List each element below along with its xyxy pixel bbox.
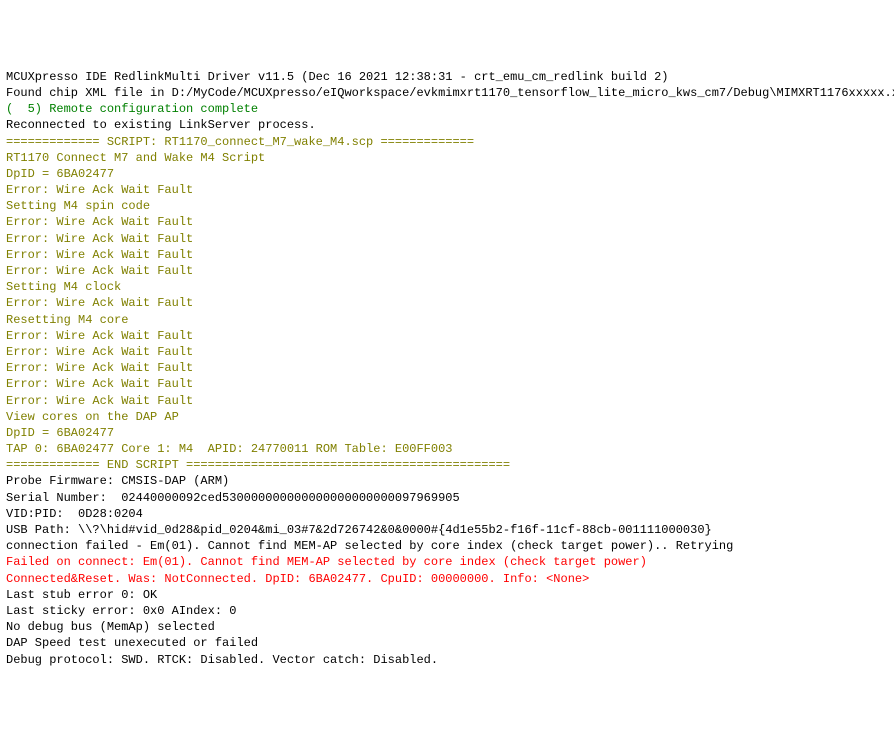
console-line: Error: Wire Ack Wait Fault [6, 263, 888, 279]
console-line: ( 5) Remote configuration complete [6, 101, 888, 117]
console-line: Error: Wire Ack Wait Fault [6, 182, 888, 198]
console-line: connection failed - Em(01). Cannot find … [6, 538, 888, 554]
console-line: Failed on connect: Em(01). Cannot find M… [6, 554, 888, 570]
console-line: Error: Wire Ack Wait Fault [6, 247, 888, 263]
console-line: Error: Wire Ack Wait Fault [6, 214, 888, 230]
console-line: USB Path: \\?\hid#vid_0d28&pid_0204&mi_0… [6, 522, 888, 538]
console-line: Connected&Reset. Was: NotConnected. DpID… [6, 571, 888, 587]
console-line: Error: Wire Ack Wait Fault [6, 344, 888, 360]
console-line: ============= SCRIPT: RT1170_connect_M7_… [6, 134, 888, 150]
console-line: DpID = 6BA02477 [6, 166, 888, 182]
console-line: Error: Wire Ack Wait Fault [6, 328, 888, 344]
console-output: MCUXpresso IDE RedlinkMulti Driver v11.5… [6, 69, 888, 668]
console-line: Reconnected to existing LinkServer proce… [6, 117, 888, 133]
console-line: DAP Speed test unexecuted or failed [6, 635, 888, 651]
console-line: ============= END SCRIPT ===============… [6, 457, 888, 473]
console-line: Error: Wire Ack Wait Fault [6, 393, 888, 409]
console-line: Debug protocol: SWD. RTCK: Disabled. Vec… [6, 652, 888, 668]
console-line: Last sticky error: 0x0 AIndex: 0 [6, 603, 888, 619]
console-line: Setting M4 spin code [6, 198, 888, 214]
console-line: Found chip XML file in D:/MyCode/MCUXpre… [6, 85, 888, 101]
console-line: Error: Wire Ack Wait Fault [6, 231, 888, 247]
console-line: TAP 0: 6BA02477 Core 1: M4 APID: 2477001… [6, 441, 888, 457]
console-line: Probe Firmware: CMSIS-DAP (ARM) [6, 473, 888, 489]
console-line: MCUXpresso IDE RedlinkMulti Driver v11.5… [6, 69, 888, 85]
console-line: View cores on the DAP AP [6, 409, 888, 425]
console-line: Serial Number: 02440000092ced53000000000… [6, 490, 888, 506]
console-line: Last stub error 0: OK [6, 587, 888, 603]
console-line: Setting M4 clock [6, 279, 888, 295]
console-line: No debug bus (MemAp) selected [6, 619, 888, 635]
console-line: Error: Wire Ack Wait Fault [6, 360, 888, 376]
console-line: Error: Wire Ack Wait Fault [6, 295, 888, 311]
console-line: Resetting M4 core [6, 312, 888, 328]
console-line: VID:PID: 0D28:0204 [6, 506, 888, 522]
console-line: Error: Wire Ack Wait Fault [6, 376, 888, 392]
console-line: DpID = 6BA02477 [6, 425, 888, 441]
console-line: RT1170 Connect M7 and Wake M4 Script [6, 150, 888, 166]
